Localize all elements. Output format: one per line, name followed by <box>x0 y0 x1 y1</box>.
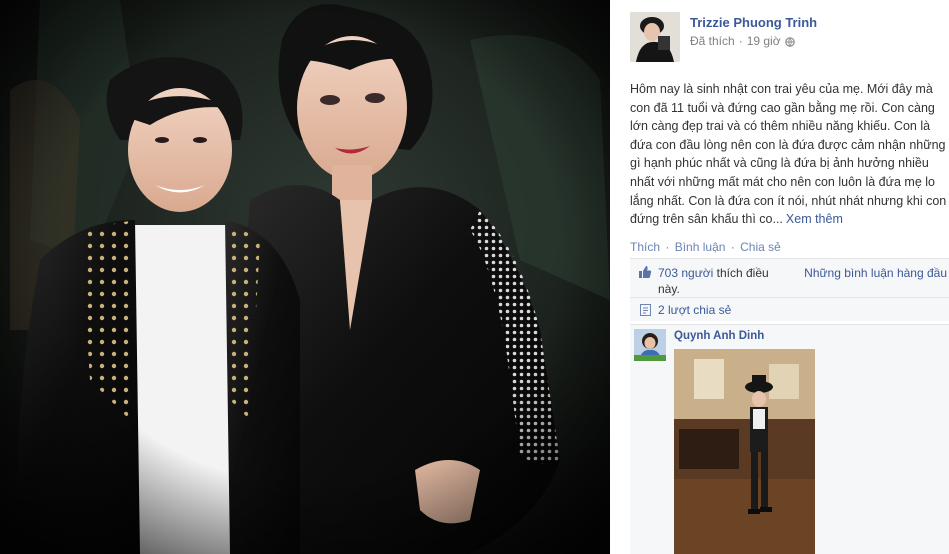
comment-author-name[interactable]: Quynh Anh Dinh <box>674 330 764 342</box>
photo-illustration <box>0 0 610 554</box>
post-photo[interactable] <box>0 0 610 554</box>
post-meta: Đã thích · 19 giờ <box>690 34 817 48</box>
post-time[interactable]: 19 giờ <box>747 34 781 48</box>
shares-count-link[interactable]: 2 lượt chia sẻ <box>658 303 731 317</box>
post-actions: Thích · Bình luận · Chia sẻ <box>630 240 781 254</box>
likes-count-link[interactable]: 703 người <box>658 266 713 280</box>
liked-status[interactable]: Đã thích <box>690 34 735 48</box>
author-avatar[interactable] <box>630 12 680 62</box>
post-header: Trizzie Phuong Trinh Đã thích · 19 giờ <box>630 12 817 62</box>
post-message: Hôm nay là sinh nhật con trai yêu của mẹ… <box>630 80 949 229</box>
likes-summary: 703 người thích điều này. <box>658 265 788 297</box>
shares-row: 2 lượt chia sẻ <box>630 297 949 321</box>
comment-author-avatar[interactable] <box>634 329 666 361</box>
share-action[interactable]: Chia sẻ <box>740 240 781 254</box>
post-sidebar: Trizzie Phuong Trinh Đã thích · 19 giờ H… <box>610 0 949 554</box>
action-separator: · <box>665 240 670 254</box>
like-action[interactable]: Thích <box>630 240 660 254</box>
ufi-summary: 703 người thích điều này. Những bình luậ… <box>630 258 949 321</box>
thumbs-up-icon <box>638 265 652 279</box>
comment-item: Quynh Anh Dinh <box>630 324 949 554</box>
post-message-text: Hôm nay là sinh nhật con trai yêu của mẹ… <box>630 82 947 227</box>
meta-separator: · <box>738 34 743 48</box>
see-more-link[interactable]: Xem thêm <box>786 212 843 226</box>
author-name[interactable]: Trizzie Phuong Trinh <box>690 15 817 30</box>
comment-action[interactable]: Bình luận <box>675 240 726 254</box>
action-separator: · <box>730 240 735 254</box>
comment-photo[interactable] <box>674 349 815 554</box>
share-icon <box>640 304 651 316</box>
likes-row: 703 người thích điều này. Những bình luậ… <box>630 259 949 297</box>
comment-sort-label: Những bình luận hàng đầu <box>804 266 947 280</box>
comment-sort-select[interactable]: Những bình luận hàng đầu <box>804 266 949 280</box>
globe-icon[interactable] <box>784 36 795 47</box>
